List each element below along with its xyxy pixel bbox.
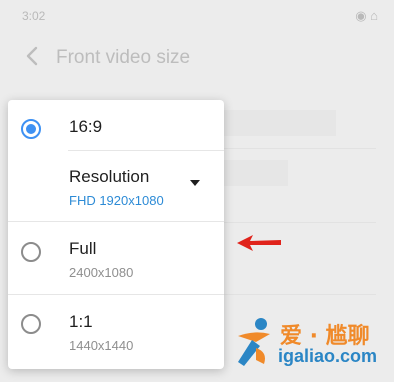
watermark: 爱 · 尴聊 igaliao.com xyxy=(234,316,390,372)
option-full-resolution: 2400x1080 xyxy=(69,265,134,280)
option-1-1-resolution: 1440x1440 xyxy=(69,338,134,353)
radio-16-9[interactable] xyxy=(21,119,41,139)
watermark-url: igaliao.com xyxy=(278,346,378,366)
app-header: Front video size xyxy=(0,32,394,82)
resolution-dropdown[interactable]: Resolution FHD 1920x1080 xyxy=(8,152,224,220)
background-divider xyxy=(224,148,376,149)
option-1-1-label: 1:1 xyxy=(69,312,93,331)
background-item xyxy=(224,160,288,186)
option-1-1[interactable]: 1:1 1440x1440 xyxy=(8,295,224,369)
status-time: 3:02 xyxy=(22,9,46,23)
option-full[interactable]: Full 2400x1080 xyxy=(8,222,224,294)
resolution-value: FHD 1920x1080 xyxy=(69,193,164,208)
radio-1-1[interactable] xyxy=(21,314,41,334)
option-full-label: Full xyxy=(69,239,97,258)
resolution-label: Resolution xyxy=(69,167,150,186)
front-video-size-popup: 16:9 Resolution FHD 1920x1080 Full 2400x… xyxy=(8,100,224,369)
background-divider xyxy=(224,294,376,295)
status-icons: ◉ ⌂ xyxy=(355,8,378,23)
watermark-logo-icon xyxy=(238,318,270,366)
status-bar: 3:02 ◉ ⌂ xyxy=(0,0,394,32)
divider xyxy=(68,150,224,151)
background-divider xyxy=(224,222,376,223)
option-16-9-label: 16:9 xyxy=(69,117,103,136)
dropdown-arrow-icon[interactable] xyxy=(190,180,200,186)
radio-full[interactable] xyxy=(21,242,41,262)
option-16-9[interactable]: 16:9 xyxy=(8,100,224,152)
red-arrow-icon xyxy=(237,235,281,251)
back-arrow-icon[interactable] xyxy=(26,46,38,66)
page-title: Front video size xyxy=(56,47,191,68)
background-item xyxy=(224,110,336,136)
